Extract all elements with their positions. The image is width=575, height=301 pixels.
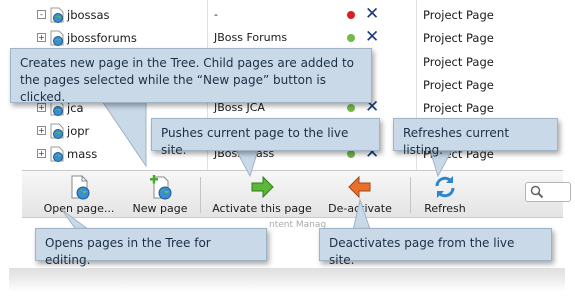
page-globe-icon bbox=[50, 7, 64, 23]
new-page-label: New page bbox=[132, 202, 188, 215]
page-type-cell: Project Page bbox=[423, 31, 494, 45]
tree-row[interactable]: - jbossas - ✕ Project Page bbox=[9, 3, 565, 26]
page-globe-icon bbox=[50, 123, 64, 139]
refresh-callout: Refreshes current listing. bbox=[393, 118, 558, 157]
new-page-button[interactable]: New page bbox=[129, 171, 191, 219]
expand-toggle-icon[interactable]: + bbox=[37, 33, 46, 42]
activate-page-label: Activate this page bbox=[212, 202, 312, 215]
page-name[interactable]: jopr bbox=[67, 124, 89, 138]
tree-row[interactable]: + jbossforums JBoss Forums ✕ Project Page bbox=[9, 26, 565, 49]
toolbar-separator bbox=[200, 177, 201, 213]
status-dot-icon bbox=[347, 150, 355, 158]
page-globe-icon bbox=[50, 146, 64, 162]
page-name[interactable]: jbossas bbox=[67, 8, 110, 22]
toolbar-separator bbox=[410, 177, 411, 213]
toolbar: Open page... New page Activate this page… bbox=[22, 170, 571, 219]
page-title-cell: - bbox=[214, 8, 218, 21]
expand-toggle-icon[interactable]: + bbox=[37, 126, 46, 135]
orange-arrow-icon bbox=[347, 174, 373, 200]
activate-callout: Pushes current page to the live site. bbox=[151, 118, 380, 157]
page-name[interactable]: mass bbox=[67, 147, 97, 161]
status-dot-icon bbox=[347, 11, 355, 19]
refresh-button[interactable]: Refresh bbox=[417, 171, 473, 219]
refresh-label: Refresh bbox=[424, 202, 466, 215]
deactivate-callout: Deactivates page from the live site. bbox=[319, 228, 552, 267]
page-title-cell: JBoss Forums bbox=[214, 31, 288, 44]
page-type-cell: Project Page bbox=[423, 101, 494, 115]
page-globe-icon bbox=[66, 174, 92, 200]
page-type-cell: Project Page bbox=[423, 78, 494, 92]
open-callout: Opens pages in the Tree for editing. bbox=[35, 228, 267, 267]
status-dot-icon bbox=[347, 104, 355, 112]
expand-toggle-icon[interactable]: + bbox=[37, 149, 46, 158]
page-name[interactable]: jbossforums bbox=[67, 31, 137, 45]
refresh-icon bbox=[432, 174, 458, 200]
open-page-label: Open page... bbox=[43, 202, 115, 215]
green-arrow-icon bbox=[249, 174, 275, 200]
activate-page-button[interactable]: Activate this page bbox=[212, 171, 312, 219]
deactivate-page-label: De-activate bbox=[328, 202, 392, 215]
page-type-cell: Project Page bbox=[423, 55, 494, 69]
expand-toggle-icon[interactable]: - bbox=[37, 10, 46, 19]
deactivate-page-button[interactable]: De-activate bbox=[327, 171, 393, 219]
delete-x-icon[interactable]: ✕ bbox=[365, 27, 379, 47]
new-page-icon bbox=[147, 174, 173, 200]
search-icon bbox=[530, 185, 544, 202]
new-page-callout: Creates new page in the Tree. Child page… bbox=[10, 48, 372, 104]
delete-x-icon[interactable]: ✕ bbox=[365, 4, 379, 24]
page-name[interactable]: jca bbox=[67, 101, 84, 115]
status-dot-icon bbox=[347, 34, 355, 42]
search-input[interactable] bbox=[525, 182, 571, 202]
page-globe-icon bbox=[50, 30, 64, 46]
page-type-cell: Project Page bbox=[423, 8, 494, 22]
open-page-button[interactable]: Open page... bbox=[39, 171, 119, 219]
